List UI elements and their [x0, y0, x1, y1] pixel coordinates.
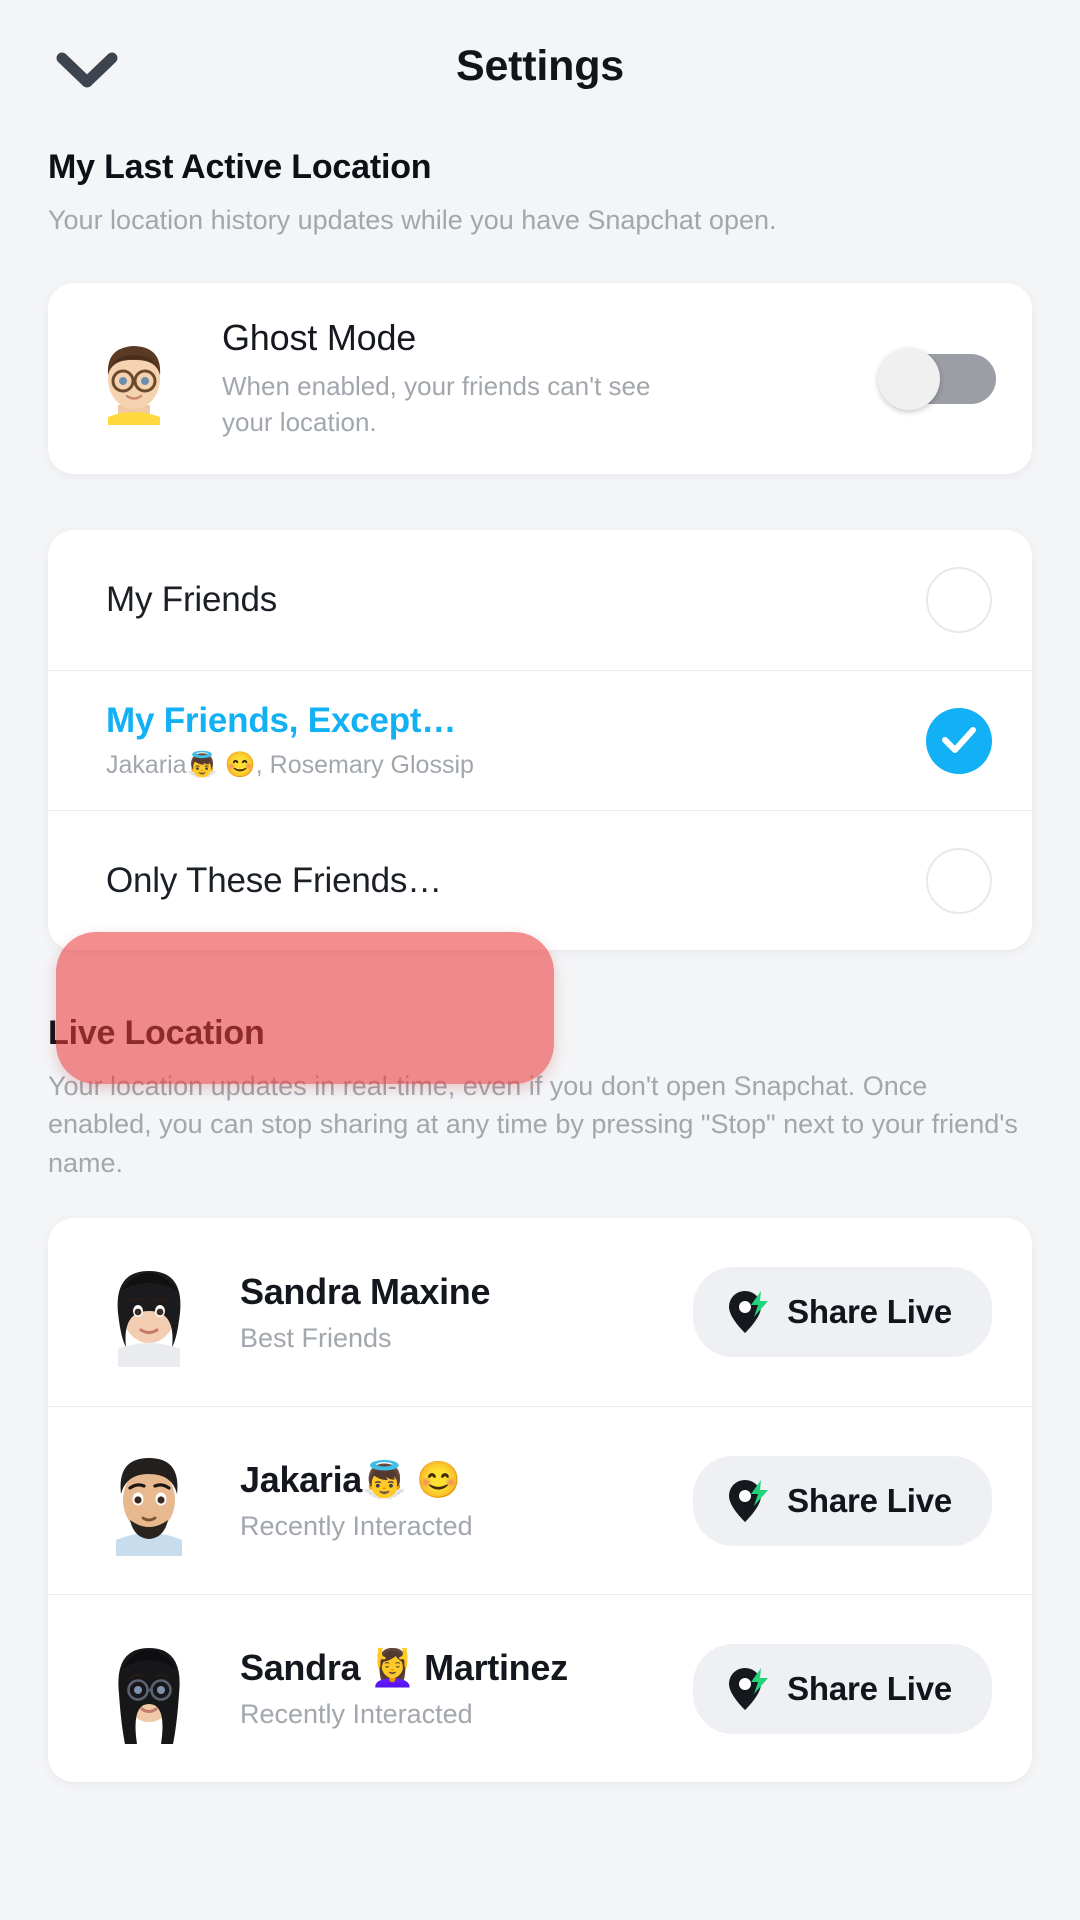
- section-desc-last-active: Your location history updates while you …: [48, 205, 777, 235]
- ghost-mode-card: Ghost Mode When enabled, your friends ca…: [48, 283, 1032, 475]
- option-label: My Friends, Except…: [106, 701, 457, 741]
- location-pin-bolt-icon: [727, 1666, 771, 1712]
- option-row-my-friends[interactable]: My Friends: [48, 530, 1032, 670]
- location-pin-bolt-icon: [727, 1478, 771, 1524]
- share-live-label: Share Live: [787, 1293, 952, 1331]
- section-desc-live-location: Your location updates in real-time, even…: [48, 1071, 1018, 1178]
- share-live-button[interactable]: Share Live: [693, 1643, 992, 1734]
- avatar: [94, 1257, 204, 1368]
- friend-texts: Sandra 💆‍♀️ Martinez Recently Interacted: [204, 1647, 693, 1730]
- friend-status: Recently Interacted: [240, 1699, 473, 1730]
- live-location-friends-card: Sandra Maxine Best Friends Share Live Ja…: [48, 1218, 1032, 1783]
- option-row-only-these-friends[interactable]: Only These Friends…: [48, 810, 1032, 950]
- ghost-mode-title: Ghost Mode: [222, 317, 417, 359]
- audience-options-card: My Friends My Friends, Except… Jakaria👼 …: [48, 530, 1032, 951]
- toggle-knob: [878, 347, 940, 410]
- avatar: [94, 1634, 204, 1744]
- share-live-label: Share Live: [787, 1481, 952, 1519]
- settings-screen: Settings My Last Active Location Your lo…: [0, 0, 1080, 1920]
- friend-status: Best Friends: [240, 1322, 392, 1353]
- page-title: Settings: [455, 42, 625, 90]
- friend-texts: Jakaria👼 😊 Recently Interacted: [204, 1459, 693, 1542]
- friend-row[interactable]: Sandra Maxine Best Friends Share Live: [48, 1218, 1032, 1406]
- option-texts: My Friends, Except… Jakaria👼 😊, Rosemary…: [106, 701, 926, 780]
- avatar: [88, 333, 180, 425]
- radio-button-unselected[interactable]: [926, 847, 992, 914]
- share-live-button[interactable]: Share Live: [693, 1455, 992, 1546]
- avatar: [94, 1446, 204, 1556]
- radio-button-selected[interactable]: [926, 707, 992, 774]
- location-pin-bolt-icon: [727, 1289, 771, 1335]
- friend-row[interactable]: Jakaria👼 😊 Recently Interacted Share Liv…: [48, 1406, 1032, 1594]
- share-live-button[interactable]: Share Live: [693, 1267, 992, 1358]
- ghost-mode-description: When enabled, your friends can't see you…: [222, 371, 651, 437]
- friend-name: Sandra 💆‍♀️ Martinez: [240, 1647, 568, 1689]
- friend-status: Recently Interacted: [240, 1511, 473, 1542]
- ghost-mode-texts: Ghost Mode When enabled, your friends ca…: [180, 317, 878, 440]
- friend-texts: Sandra Maxine Best Friends: [204, 1271, 693, 1354]
- share-live-label: Share Live: [787, 1669, 952, 1707]
- option-label: My Friends: [106, 580, 278, 620]
- option-texts: My Friends: [106, 580, 926, 620]
- option-row-my-friends-except[interactable]: My Friends, Except… Jakaria👼 😊, Rosemary…: [48, 670, 1032, 810]
- friend-name: Jakaria👼 😊: [240, 1459, 461, 1501]
- option-label: Only These Friends…: [106, 860, 442, 900]
- radio-button-unselected[interactable]: [926, 567, 992, 634]
- header-bar: Settings: [0, 0, 1080, 148]
- option-subtitle: Jakaria👼 😊, Rosemary Glossip: [106, 751, 474, 780]
- ghost-mode-row[interactable]: Ghost Mode When enabled, your friends ca…: [48, 283, 1032, 474]
- friend-row[interactable]: Sandra 💆‍♀️ Martinez Recently Interacted…: [48, 1594, 1032, 1782]
- section-title-last-active: My Last Active Location: [48, 148, 432, 186]
- ghost-mode-toggle[interactable]: [878, 347, 996, 410]
- section-title-live-location: Live Location: [48, 1014, 265, 1053]
- friend-name: Sandra Maxine: [240, 1270, 491, 1312]
- option-texts: Only These Friends…: [106, 861, 926, 901]
